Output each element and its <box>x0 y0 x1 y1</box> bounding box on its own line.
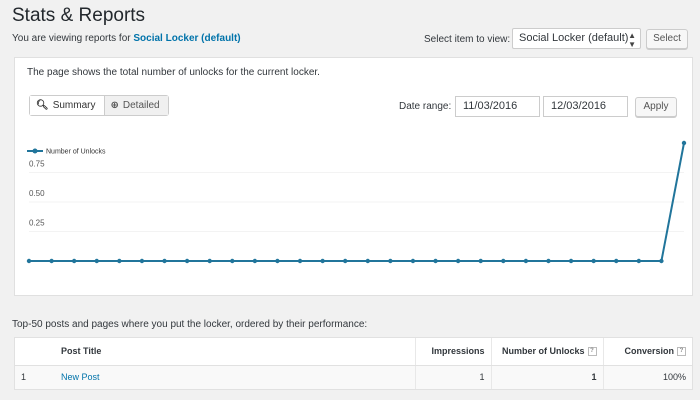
data-point[interactable] <box>591 258 596 264</box>
data-point[interactable] <box>207 258 212 264</box>
data-point[interactable] <box>94 258 99 264</box>
data-point[interactable] <box>546 258 551 264</box>
top-posts-table: Post Title Impressions Number of Unlocks… <box>15 338 692 389</box>
data-point[interactable] <box>71 258 77 264</box>
col-unlocks[interactable]: Number of Unlocks? <box>490 338 603 366</box>
data-point[interactable] <box>478 258 483 264</box>
data-point[interactable] <box>568 258 574 264</box>
data-point[interactable] <box>659 258 664 264</box>
post-title-link[interactable]: New Post <box>61 372 100 382</box>
row-post-title: New Post <box>55 365 415 389</box>
y-tick-label: 0.25 <box>29 219 45 228</box>
tab-summary-label: Summary <box>52 100 96 111</box>
col-conversion-label: Conversion <box>624 346 674 357</box>
data-point[interactable] <box>320 258 325 264</box>
data-point[interactable] <box>523 258 529 264</box>
data-point[interactable] <box>343 258 348 264</box>
top-posts-table-wrap: Post Title Impressions Number of Unlocks… <box>14 337 693 390</box>
data-point[interactable] <box>614 258 619 264</box>
data-point[interactable] <box>230 258 235 264</box>
y-tick-label: 0.50 <box>29 189 45 198</box>
data-point[interactable] <box>681 140 687 146</box>
col-impressions[interactable]: Impressions <box>414 338 491 366</box>
data-point[interactable] <box>388 258 393 264</box>
col-number <box>15 338 55 366</box>
data-point[interactable] <box>636 258 642 264</box>
data-point[interactable] <box>252 258 258 264</box>
select-button[interactable]: Select <box>646 29 688 49</box>
help-icon[interactable]: ? <box>587 347 597 357</box>
y-ticks: 0.25 0.50 0.75 <box>29 160 45 228</box>
chart-grid <box>29 172 684 232</box>
apply-button[interactable]: Apply <box>635 97 677 117</box>
row-unlocks: 1 <box>490 365 603 389</box>
table-row: 1 New Post 1 1 100% <box>15 365 692 389</box>
data-point[interactable] <box>433 258 438 264</box>
table-header-row: Post Title Impressions Number of Unlocks… <box>15 338 692 366</box>
row-conversion: 100% <box>602 365 692 389</box>
row-impressions: 1 <box>414 365 491 389</box>
unlocks-chart: 0.25 0.50 0.75 Number of Unlocks <box>26 140 687 264</box>
search-icon: 🔍︎ <box>36 100 49 111</box>
viewing-info: You are viewing reports for Social Locke… <box>12 33 241 44</box>
view-tabs: 🔍︎ Summary ⊕ Detailed <box>29 95 169 116</box>
tab-detailed-label: Detailed <box>122 100 160 111</box>
viewing-prefix: You are viewing reports for <box>12 33 131 44</box>
data-point[interactable] <box>139 258 145 264</box>
legend-marker <box>32 148 38 154</box>
date-range-label: Date range: <box>399 101 452 112</box>
data-point[interactable] <box>26 258 32 264</box>
top-posts-heading: Top-50 posts and pages where you put the… <box>12 319 368 330</box>
y-tick-label: 0.75 <box>29 160 45 169</box>
select-item-label: Select item to view: <box>424 34 511 45</box>
panel-description: The page shows the total number of unloc… <box>27 67 320 78</box>
col-post-title[interactable]: Post Title <box>55 338 415 366</box>
data-point[interactable] <box>162 258 167 264</box>
item-select-value: Social Locker (default) <box>519 32 629 44</box>
data-point[interactable] <box>410 258 416 264</box>
select-arrows-icon: ▲ ▼ <box>628 31 636 49</box>
date-from-input[interactable]: 11/03/2016 <box>455 96 540 117</box>
data-point[interactable] <box>455 258 461 264</box>
data-point[interactable] <box>49 258 54 264</box>
data-point[interactable] <box>501 258 506 264</box>
stats-panel: The page shows the total number of unloc… <box>14 57 693 296</box>
col-unlocks-label: Number of Unlocks <box>501 346 585 357</box>
col-conversion[interactable]: Conversion? <box>602 338 692 366</box>
date-to-input[interactable]: 12/03/2016 <box>543 96 628 117</box>
chart-legend: Number of Unlocks <box>27 148 106 156</box>
row-number: 1 <box>15 365 55 389</box>
tab-detailed[interactable]: ⊕ Detailed <box>104 96 168 115</box>
data-point[interactable] <box>297 258 303 264</box>
tab-summary[interactable]: 🔍︎ Summary <box>30 96 105 115</box>
help-icon[interactable]: ? <box>677 347 686 357</box>
item-select[interactable]: Social Locker (default) ▲ ▼ <box>512 28 641 49</box>
data-point[interactable] <box>275 258 280 264</box>
zoom-in-icon: ⊕ <box>110 100 119 111</box>
data-point[interactable] <box>117 258 122 264</box>
data-point[interactable] <box>365 258 370 264</box>
viewing-item-link[interactable]: Social Locker (default) <box>133 33 240 44</box>
page-title: Stats & Reports <box>12 5 146 26</box>
legend-label: Number of Unlocks <box>46 149 106 156</box>
data-point[interactable] <box>184 258 190 264</box>
